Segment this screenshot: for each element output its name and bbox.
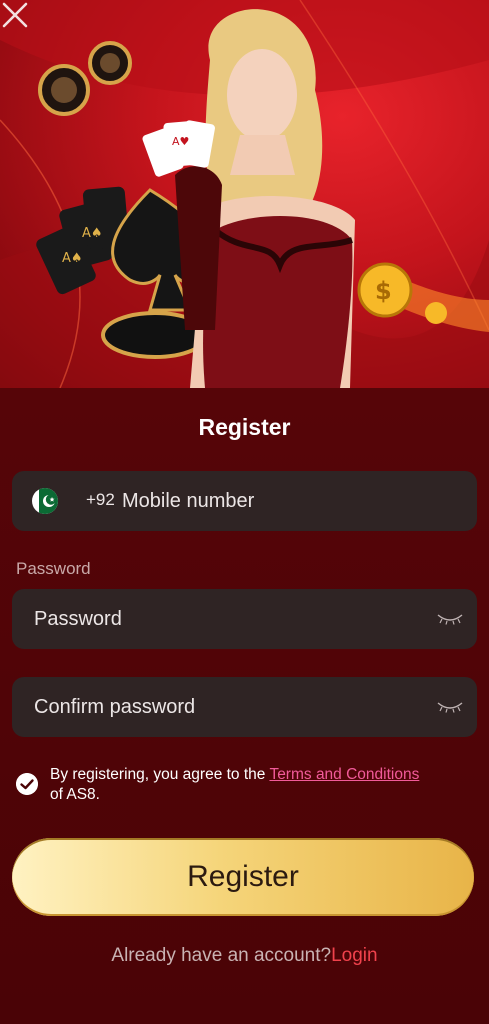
hero-banner: A♠ A♠ A♥ $ (0, 0, 489, 388)
svg-text:A♠: A♠ (82, 226, 103, 241)
svg-text:A♠: A♠ (62, 251, 83, 266)
mobile-number-field[interactable]: +92 (12, 471, 477, 531)
login-question: Already have an account? (111, 945, 332, 966)
agreement-text: By registering, you agree to the Terms a… (50, 765, 470, 805)
agree-checkbox[interactable] (16, 773, 38, 795)
password-field[interactable] (12, 589, 477, 649)
hero-illustration: A♠ A♠ A♥ $ (0, 0, 489, 388)
confirm-password-field[interactable] (12, 677, 477, 737)
page-title: Register (198, 414, 291, 440)
password-label: Password (16, 559, 91, 578)
svg-text:$: $ (375, 277, 392, 305)
agreement-prefix: By registering, you agree to the (50, 766, 270, 783)
eye-closed-icon[interactable] (437, 613, 463, 625)
login-link[interactable]: Login (331, 945, 378, 966)
password-input[interactable] (12, 589, 477, 649)
confirm-password-input[interactable] (12, 677, 477, 737)
agreement-suffix: of AS8. (50, 786, 100, 803)
register-button[interactable]: Register (12, 838, 474, 916)
mobile-number-input[interactable] (12, 471, 477, 531)
terms-link[interactable]: Terms and Conditions (269, 766, 419, 783)
svg-text:A♥: A♥ (172, 135, 189, 148)
eye-closed-icon[interactable] (437, 701, 463, 713)
login-prompt: Already have an account?Login (0, 945, 489, 967)
close-icon[interactable] (0, 0, 30, 30)
